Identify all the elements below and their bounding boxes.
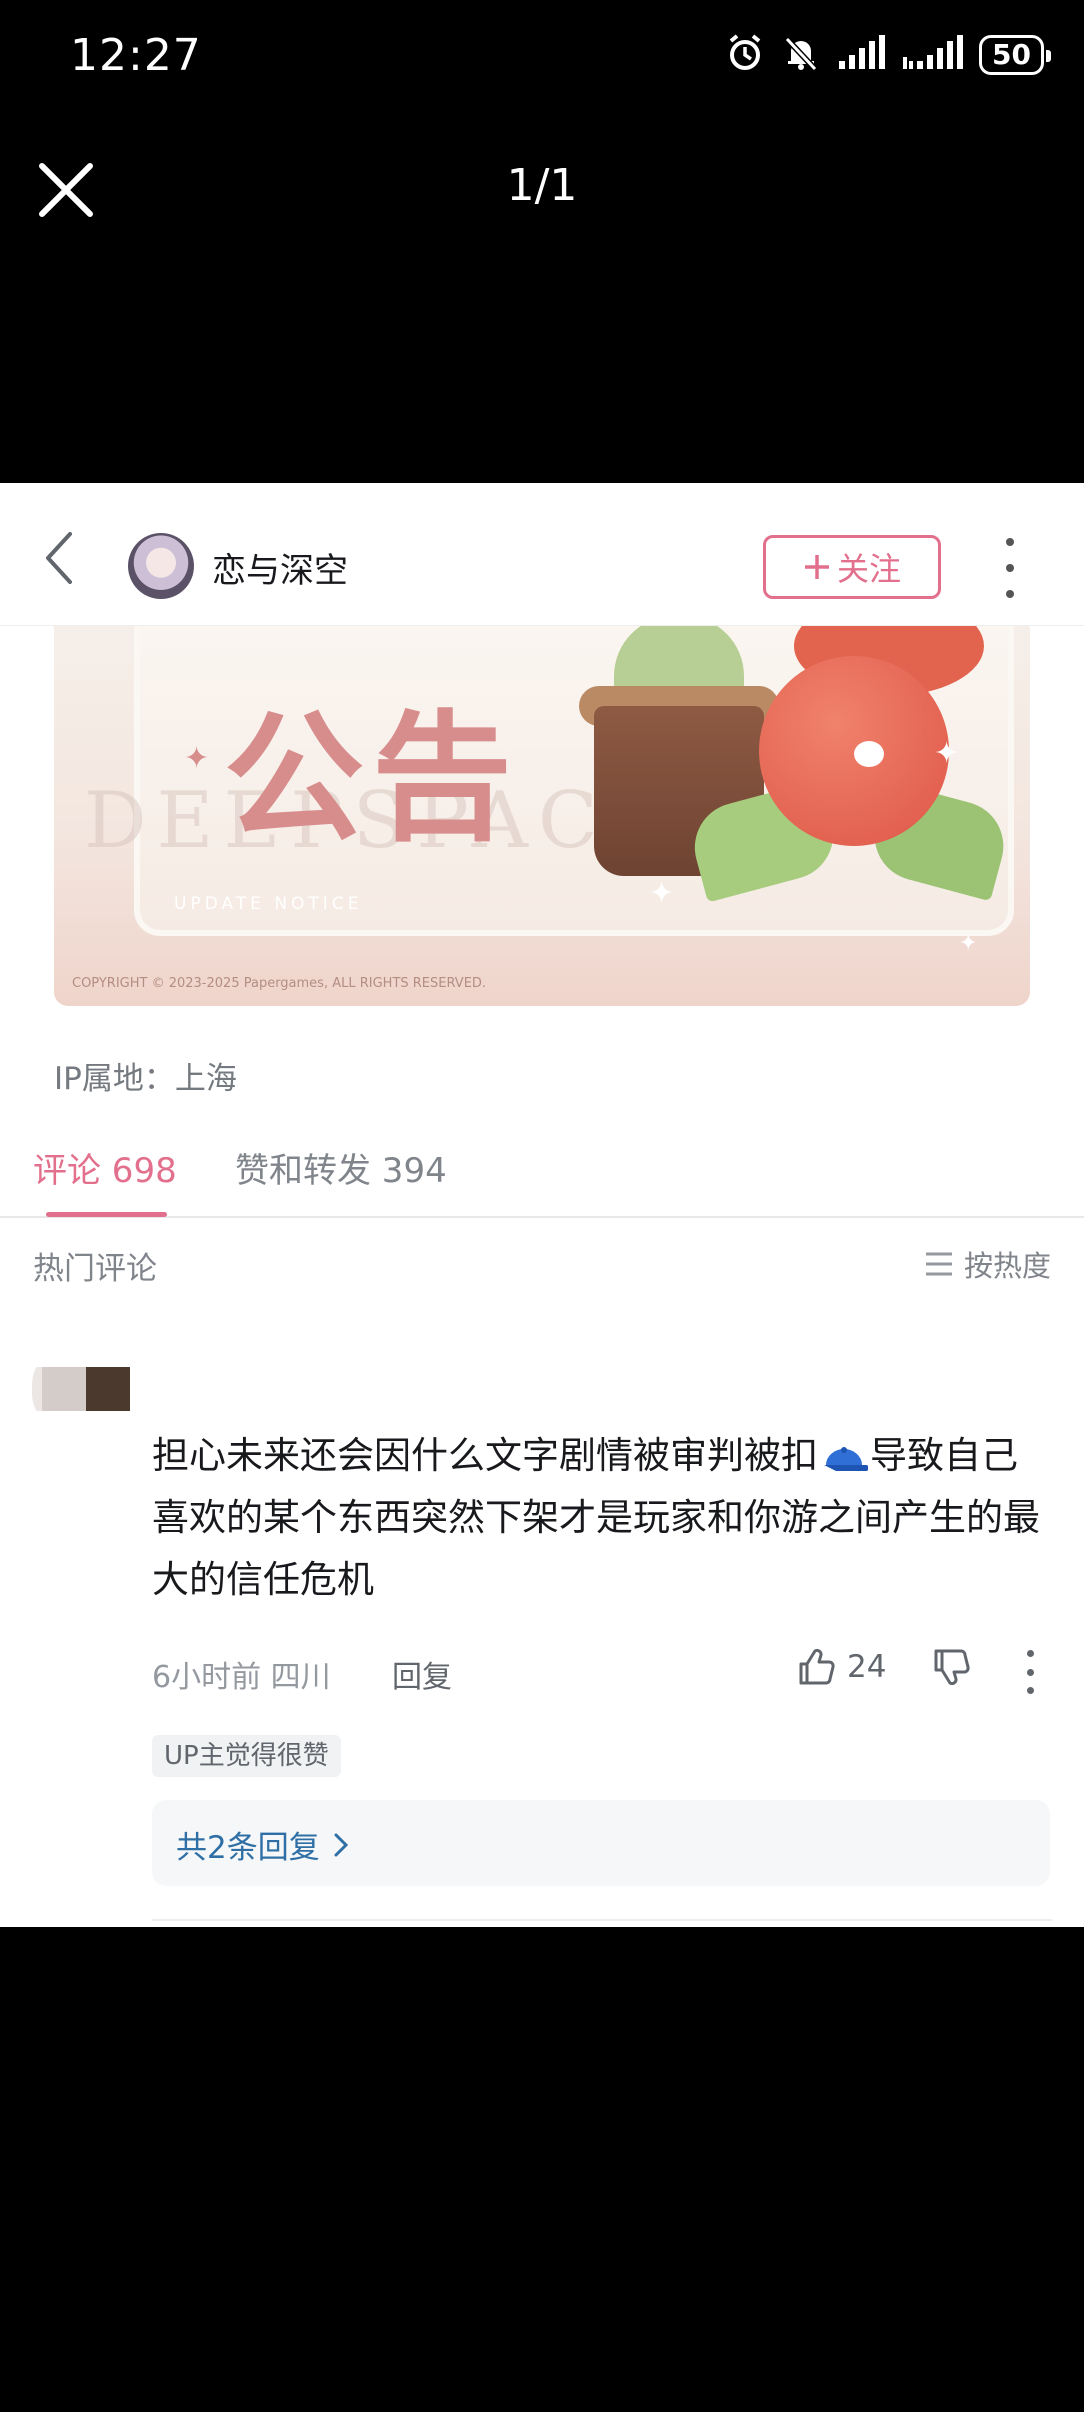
status-icons: 50 [725,30,1051,80]
alarm-icon [725,33,765,77]
thumbs-down-icon [934,1649,970,1686]
view-replies-link[interactable]: 共2条回复 [176,1822,350,1867]
flower-nose [854,741,884,767]
tab-likes-reposts[interactable]: 赞和转发 394 [235,1143,447,1192]
plus-icon [804,555,829,579]
sparkle-icon: ✦ [959,931,978,956]
image-counter: 1/1 [506,160,578,211]
banner-copyright: COPYRIGHT © 2023-2025 Papergames, ALL RI… [72,976,487,991]
back-button[interactable] [40,528,90,588]
cap-emoji-icon [824,1446,868,1471]
like-count: 24 [847,1649,887,1685]
comment-more-icon[interactable] [1022,1650,1038,1694]
thumbs-up-icon [799,1648,835,1685]
comment-meta: 6小时前 四川 回复 24 [152,1648,1052,1698]
author-name[interactable]: 恋与深空 [212,543,348,592]
author-avatar[interactable] [128,533,194,599]
sparkle-icon: ✦ [934,736,960,771]
post-screenshot[interactable]: 恋与深空 关注 DEEPSPACE 公告 UPDATE NOTICE ✦ ✦ ✦… [0,483,1084,1927]
battery-indicator: 50 [979,35,1051,75]
replies-box[interactable]: 共2条回复 [152,1800,1050,1886]
divider [152,1919,1052,1921]
banner-title: 公告 [224,697,521,861]
reply-button[interactable]: 回复 [392,1652,452,1696]
bell-muted-icon [781,33,821,77]
post-image-banner[interactable]: DEEPSPACE 公告 UPDATE NOTICE ✦ ✦ ✦ ✦ COPYR… [54,626,1030,1006]
ip-location: IP属地：上海 [54,1061,237,1097]
chevron-left-icon [46,532,72,584]
tab-comments[interactable]: 评论 698 [33,1143,177,1192]
signal-icon [901,35,964,75]
more-vertical-icon[interactable] [1006,538,1014,598]
chevron-right-icon [334,1833,348,1856]
dislike-button[interactable] [932,1648,970,1690]
like-button[interactable]: 24 [797,1648,886,1686]
up-liked-badge: UP主觉得很赞 [152,1735,341,1777]
list-icon [925,1252,952,1276]
status-bar: 12:27 50 [0,0,1084,110]
comment-text: 担心未来还会因什么文字剧情被审判被扣 导致自己喜欢的某个东西突然下架才是玩家和你游… [152,1425,1052,1611]
comment-tabs: 评论 698 赞和转发 394 [0,1123,1084,1218]
hot-comments-header: 热门评论 按热度 [0,1243,1084,1303]
follow-label: 关注 [836,550,901,588]
sparkle-icon: ✦ [649,876,675,911]
follow-button[interactable]: 关注 [763,535,941,599]
hot-comments-label: 热门评论 [33,1251,157,1287]
banner-notice: UPDATE NOTICE [174,894,363,914]
sort-label: 按热度 [963,1249,1051,1283]
comment-time-location: 6小时前 四川 [152,1660,331,1695]
replies-label: 共2条回复 [176,1830,320,1866]
sparkle-icon: ✦ [184,741,210,776]
tab-active-indicator [46,1212,167,1217]
comment-avatar[interactable] [32,1345,130,1433]
comment-text-part1: 担心未来还会因什么文字剧情被审判被扣 [152,1434,818,1477]
status-time: 12:27 [70,30,202,81]
signal-icon [837,35,886,75]
post-header: 恋与深空 关注 [0,483,1084,626]
sort-button[interactable]: 按热度 [924,1243,1051,1285]
